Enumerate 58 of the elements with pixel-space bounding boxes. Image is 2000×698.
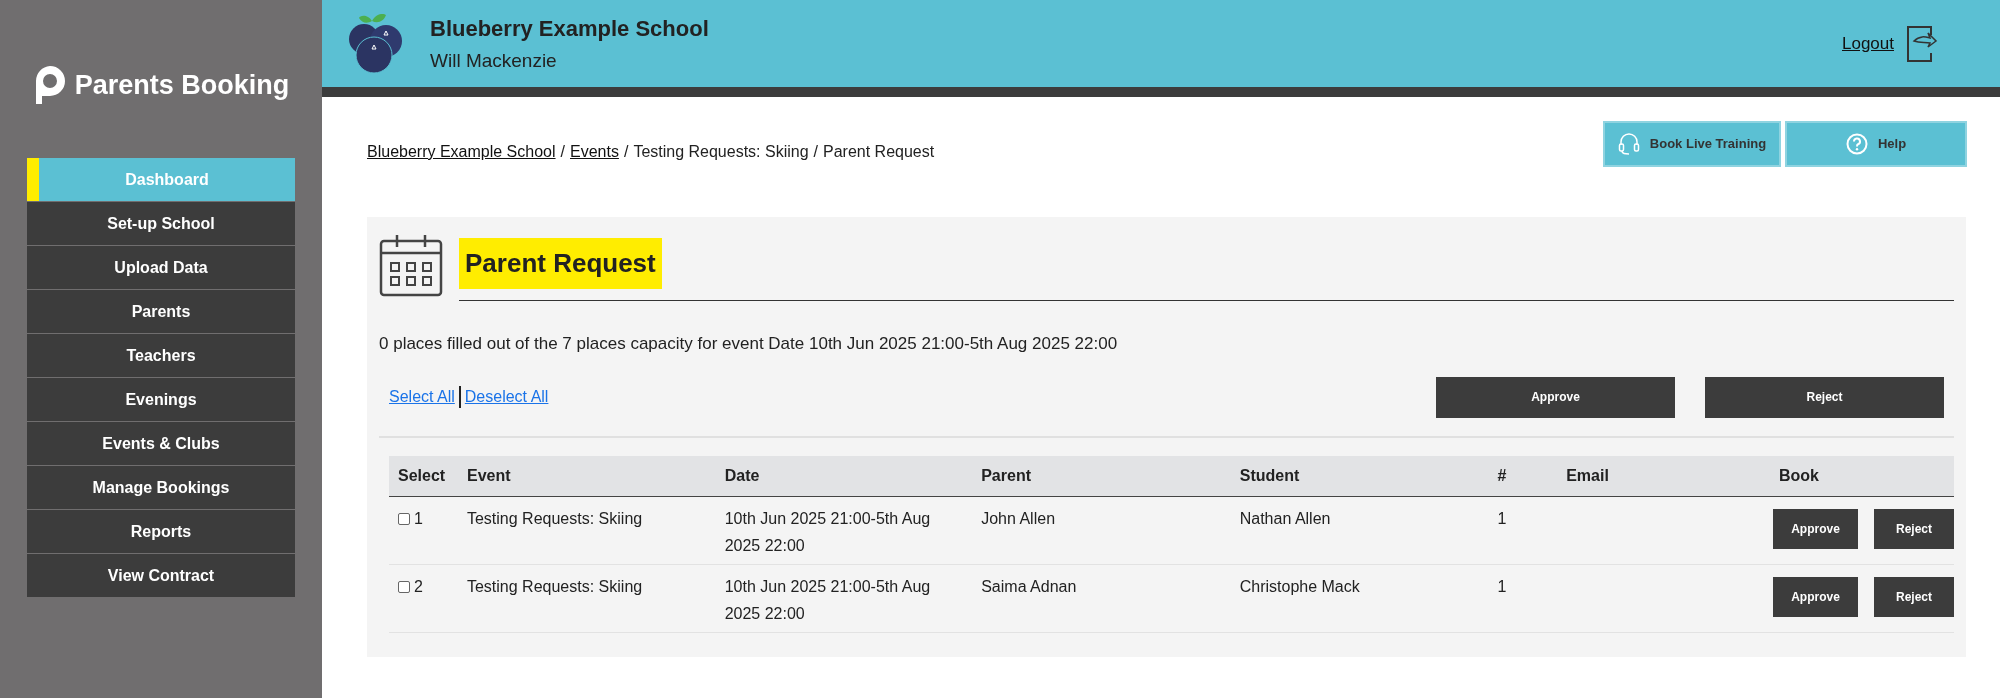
logout-link[interactable]: Logout: [1842, 30, 1894, 57]
table-cell: Christophe Mack: [1239, 578, 1360, 595]
breadcrumb-text: Testing Requests: Skiing: [633, 142, 809, 162]
breadcrumb-separator: /: [813, 142, 819, 162]
column-header: Email: [1557, 455, 1770, 497]
bulk-button[interactable]: Reject: [1705, 376, 1944, 418]
row-action-button[interactable]: Approve: [1773, 577, 1858, 617]
row-number: 1: [414, 509, 423, 529]
breadcrumb-separator: /: [560, 142, 565, 162]
bulk-button[interactable]: Approve: [1436, 376, 1675, 418]
nav-item[interactable]: Teachers: [27, 334, 295, 377]
row-action-button[interactable]: Approve: [1773, 509, 1858, 549]
column-header: Event: [457, 455, 716, 497]
breadcrumb-separator: /: [623, 142, 629, 162]
column-header: Student: [1230, 455, 1489, 497]
breadcrumb-link[interactable]: Events: [570, 140, 619, 164]
deselect-all-link[interactable]: Deselect All: [464, 384, 549, 409]
table-cell: 1: [1497, 510, 1507, 527]
nav-item[interactable]: Parents: [27, 290, 295, 333]
calendar-icon: [379, 233, 443, 297]
user-name: Will Mackenzie: [430, 48, 558, 73]
table-cell: 10th Jun 2025 21:00-5th Aug 2025 22:00: [724, 510, 931, 554]
select-all-link[interactable]: Select All: [389, 384, 455, 409]
nav-item[interactable]: Reports: [27, 510, 295, 553]
school-name: Blueberry Example School: [430, 14, 709, 43]
help-icon: [1845, 133, 1868, 155]
checkbox[interactable]: [398, 581, 410, 593]
column-header: Select: [389, 455, 458, 497]
nav-item[interactable]: Manage Bookings: [27, 466, 295, 509]
nav-item[interactable]: Set-up School: [27, 202, 295, 245]
row-number: 2: [414, 577, 423, 597]
table-cell: 10th Jun 2025 21:00-5th Aug 2025 22:00: [724, 578, 931, 622]
checkbox[interactable]: [398, 513, 410, 525]
nav-item[interactable]: View Contract: [27, 554, 295, 597]
column-header: Date: [715, 455, 973, 497]
table-cell: 1: [1497, 578, 1507, 595]
row-action-button[interactable]: Reject: [1874, 509, 1954, 549]
headset-icon: [1617, 132, 1640, 156]
logout-icon[interactable]: [1906, 24, 1938, 63]
column-header: Book: [1770, 455, 1954, 497]
nav-item[interactable]: Events & Clubs: [27, 422, 295, 465]
table-cell: Nathan Allen: [1239, 510, 1331, 527]
row-action-button[interactable]: Reject: [1874, 577, 1954, 617]
breadcrumb-text: Parent Request: [823, 142, 935, 162]
column-header: Parent: [972, 455, 1231, 497]
page-title: Parent Request: [459, 238, 662, 289]
table-cell: John Allen: [981, 510, 1056, 527]
breadcrumb-link[interactable]: Blueberry Example School: [367, 140, 556, 164]
brand-name: Parents Booking: [74, 68, 290, 102]
table-cell: Testing Requests: Skiing: [466, 578, 643, 595]
top-button[interactable]: Help: [1785, 121, 1967, 167]
capacity-text: 0 places filled out of the 7 places capacity for event Date 10th Jun 2025 21:00-5th Aug 2025 22:00: [379, 333, 1119, 355]
table-cell: Saima Adnan: [981, 578, 1077, 595]
nav-item[interactable]: Upload Data: [27, 246, 295, 289]
top-button[interactable]: Book Live Training: [1603, 121, 1781, 167]
nav-item[interactable]: Evenings: [27, 378, 295, 421]
column-header: #: [1488, 455, 1558, 497]
table-cell: Testing Requests: Skiing: [466, 510, 643, 527]
